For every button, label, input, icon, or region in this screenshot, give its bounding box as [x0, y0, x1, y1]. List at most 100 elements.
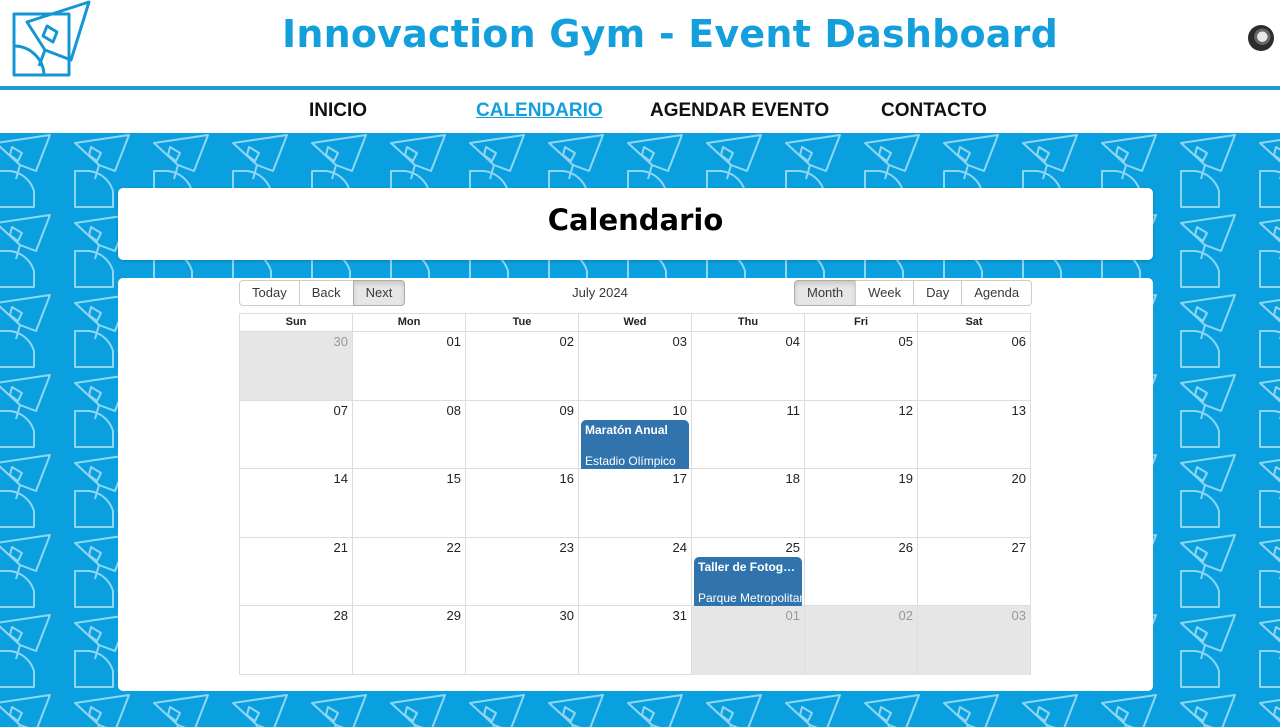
- week-row: 30 01 02 03 04 05 06: [240, 332, 1030, 401]
- week-row: 07 08 09 10 Maratón Anual Estadio Olímpico 11 1…: [240, 400, 1030, 470]
- day-number[interactable]: 25: [786, 540, 800, 555]
- week-row: 21 22 23 24 25 Taller de Fotografía Parque Met…: [240, 537, 1030, 607]
- day-number[interactable]: 02: [899, 608, 913, 623]
- day-number[interactable]: 21: [334, 540, 348, 555]
- day-number[interactable]: 01: [786, 608, 800, 623]
- weekday-label: Sun: [285, 316, 307, 328]
- day-number[interactable]: 23: [560, 540, 574, 555]
- day-number[interactable]: 08: [447, 403, 461, 418]
- day-number[interactable]: 19: [899, 471, 913, 486]
- day-number[interactable]: 10: [673, 403, 687, 418]
- day-cell[interactable]: 23: [465, 537, 578, 606]
- day-cell[interactable]: 10 Maratón Anual Estadio Olímpico: [578, 400, 691, 469]
- day-cell[interactable]: 14: [240, 469, 352, 537]
- day-cell[interactable]: 15: [352, 469, 465, 537]
- day-number[interactable]: 14: [334, 471, 348, 486]
- day-number[interactable]: 03: [673, 334, 687, 349]
- calendar-event[interactable]: Taller de Fotografía Parque Metropolitano: [694, 556, 802, 606]
- day-number[interactable]: 07: [334, 403, 348, 418]
- event-location: Estadio Olímpico: [585, 453, 676, 468]
- month-view: Sun Mon Tue Wed Thu Fri Sat 30 01 02 03 04 05…: [239, 313, 1031, 675]
- event-title: Maratón Anual: [585, 422, 668, 437]
- view-day-button[interactable]: Day: [913, 280, 963, 306]
- day-cell[interactable]: 12: [804, 400, 917, 469]
- day-cell[interactable]: 21: [240, 538, 352, 606]
- week-row: 14 15 16 17 18 19 20: [240, 469, 1030, 538]
- calendar-event[interactable]: Maratón Anual Estadio Olímpico: [581, 419, 689, 469]
- day-cell[interactable]: 09: [465, 400, 578, 469]
- day-number[interactable]: 09: [560, 403, 574, 418]
- view-agenda-button[interactable]: Agenda: [961, 280, 1033, 306]
- day-cell[interactable]: 26: [804, 537, 917, 606]
- weekday-label: Tue: [465, 314, 578, 331]
- nav-item-contacto[interactable]: CONTACTO: [881, 100, 987, 122]
- day-number[interactable]: 05: [899, 334, 913, 349]
- day-cell[interactable]: 13: [917, 400, 1030, 469]
- day-cell[interactable]: 25 Taller de Fotografía Parque Metropolita…: [691, 537, 804, 606]
- day-cell[interactable]: 24: [578, 537, 691, 606]
- day-cell[interactable]: 02: [804, 606, 917, 675]
- day-cell[interactable]: 20: [917, 469, 1030, 537]
- day-cell[interactable]: 03: [917, 606, 1030, 675]
- day-cell[interactable]: 01: [691, 606, 804, 675]
- day-number[interactable]: 01: [447, 334, 461, 349]
- day-number[interactable]: 16: [560, 471, 574, 486]
- day-cell[interactable]: 27: [917, 537, 1030, 606]
- day-number[interactable]: 06: [1012, 334, 1026, 349]
- day-cell[interactable]: 02: [465, 332, 578, 400]
- day-number[interactable]: 15: [447, 471, 461, 486]
- day-number[interactable]: 22: [447, 540, 461, 555]
- day-cell[interactable]: 19: [804, 469, 917, 537]
- view-month-button[interactable]: Month: [794, 280, 857, 306]
- day-cell[interactable]: 30: [465, 606, 578, 675]
- day-number[interactable]: 27: [1012, 540, 1026, 555]
- event-location: Parque Metropolitano: [698, 590, 802, 605]
- calendar-card: Today Back Next July 2024 Month Week Day…: [118, 278, 1153, 691]
- event-title: Taller de Fotografía: [698, 559, 798, 574]
- day-cell[interactable]: 16: [465, 469, 578, 537]
- day-cell[interactable]: 22: [352, 537, 465, 606]
- day-number[interactable]: 11: [787, 403, 801, 418]
- calendar-toolbar: Today Back Next July 2024 Month Week Day…: [239, 280, 1033, 306]
- day-cell[interactable]: 06: [917, 332, 1030, 400]
- day-number[interactable]: 12: [899, 403, 913, 418]
- day-number[interactable]: 28: [334, 608, 348, 623]
- day-number[interactable]: 13: [1012, 403, 1026, 418]
- day-number[interactable]: 29: [447, 608, 461, 623]
- day-cell[interactable]: 04: [691, 332, 804, 400]
- day-cell[interactable]: 17: [578, 469, 691, 537]
- day-number[interactable]: 03: [1012, 608, 1026, 623]
- day-number[interactable]: 31: [673, 608, 687, 623]
- app-title: Innovaction Gym - Event Dashboard: [282, 12, 1058, 56]
- day-number[interactable]: 17: [673, 471, 687, 486]
- day-cell[interactable]: 01: [352, 332, 465, 400]
- day-cell[interactable]: 11: [691, 400, 804, 469]
- day-number[interactable]: 26: [899, 540, 913, 555]
- weekday-label: Mon: [352, 314, 465, 331]
- day-cell[interactable]: 07: [240, 401, 352, 469]
- nav-item-inicio[interactable]: INICIO: [309, 100, 367, 122]
- user-avatar-icon[interactable]: [1248, 25, 1274, 51]
- day-cell[interactable]: 03: [578, 332, 691, 400]
- day-number[interactable]: 04: [786, 334, 800, 349]
- day-number[interactable]: 30: [560, 608, 574, 623]
- nav-item-calendario[interactable]: CALENDARIO: [476, 100, 603, 122]
- day-number[interactable]: 18: [786, 471, 800, 486]
- day-cell[interactable]: 29: [352, 606, 465, 675]
- nav-item-agendar-evento[interactable]: AGENDAR EVENTO: [650, 100, 829, 122]
- day-cell[interactable]: 31: [578, 606, 691, 675]
- day-cell[interactable]: 30: [240, 332, 352, 400]
- app-header: Innovaction Gym - Event Dashboard: [0, 0, 1280, 86]
- day-number[interactable]: 02: [560, 334, 574, 349]
- day-number[interactable]: 24: [673, 540, 687, 555]
- day-cell[interactable]: 05: [804, 332, 917, 400]
- day-cell[interactable]: 08: [352, 400, 465, 469]
- page-title: Calendario: [547, 203, 724, 237]
- view-week-button[interactable]: Week: [855, 280, 915, 306]
- weekday-label: Sat: [917, 314, 1030, 331]
- day-number[interactable]: 20: [1012, 471, 1026, 486]
- week-row: 28 29 30 31 01 02 03: [240, 606, 1030, 675]
- day-cell[interactable]: 18: [691, 469, 804, 537]
- day-cell[interactable]: 28: [240, 606, 352, 675]
- day-number[interactable]: 30: [334, 334, 348, 349]
